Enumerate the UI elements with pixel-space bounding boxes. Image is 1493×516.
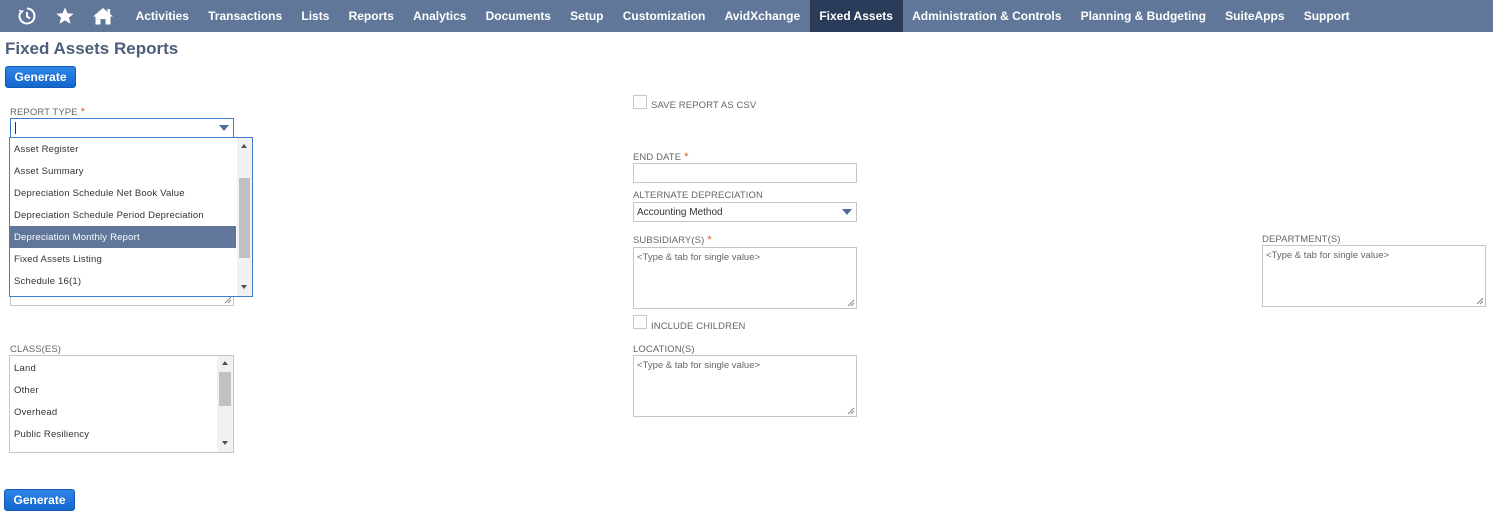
nav-item-administration-controls[interactable]: Administration & Controls (903, 0, 1072, 32)
classes-label: CLASS(ES) (10, 344, 62, 355)
nav-item-fixed-assets[interactable]: Fixed Assets (809, 0, 903, 32)
nav-item-setup[interactable]: Setup (561, 0, 614, 32)
required-marker: * (684, 151, 689, 163)
nav-item-planning-budgeting[interactable]: Planning & Budgeting (1071, 0, 1216, 32)
nav-item-avidxchange[interactable]: AvidXchange (715, 0, 810, 32)
alternate-depreciation-value: Accounting Method (637, 206, 723, 218)
alternate-depreciation-label: ALTERNATE DEPRECIATION (633, 190, 763, 201)
scroll-up-icon[interactable] (241, 144, 247, 148)
class-option[interactable]: Land (10, 357, 216, 379)
end-date-input[interactable] (633, 163, 857, 183)
classes-listbox[interactable]: Land Other Overhead Public Resiliency (9, 355, 234, 453)
top-nav: Activities Transactions Lists Reports Analyt… (0, 0, 1493, 32)
chevron-down-icon[interactable] (219, 125, 229, 131)
report-type-select[interactable] (10, 118, 234, 138)
dropdown-scrollbar[interactable] (237, 138, 252, 296)
scroll-up-icon[interactable] (222, 361, 228, 365)
chevron-down-icon[interactable] (842, 209, 852, 215)
text-cursor (15, 122, 16, 134)
report-type-dropdown: Asset Register Asset Summary Depreciation … (9, 137, 253, 297)
report-type-option[interactable]: Asset Summary (10, 160, 236, 182)
nav-item-lists[interactable]: Lists (292, 0, 339, 32)
report-type-option[interactable]: Depreciation Schedule Period Depreciatio… (10, 204, 236, 226)
resize-grip-icon[interactable] (224, 296, 232, 304)
scroll-down-icon[interactable] (241, 285, 247, 289)
report-type-option[interactable]: Fixed Assets Listing (10, 248, 236, 270)
favorites-star-icon[interactable] (46, 0, 84, 32)
report-type-option[interactable]: Depreciation Schedule Net Book Value (10, 182, 236, 204)
generate-button-top[interactable]: Generate (5, 66, 76, 88)
required-marker: * (80, 106, 86, 118)
subsidiaries-field[interactable]: <Type & tab for single value> (633, 247, 857, 309)
page-title: Fixed Assets Reports (5, 39, 179, 58)
nav-menu: Activities Transactions Lists Reports Analyt… (126, 0, 1359, 32)
departments-placeholder: <Type & tab for single value> (1266, 250, 1390, 261)
nav-item-suiteapps[interactable]: SuiteApps (1216, 0, 1295, 32)
resize-grip-icon[interactable] (847, 407, 855, 415)
class-option[interactable]: Public Resiliency (10, 423, 216, 445)
locations-label: LOCATION(S) (633, 344, 695, 355)
nav-item-documents[interactable]: Documents (476, 0, 561, 32)
subsidiaries-label: SUBSIDIARY(S) * (633, 234, 712, 246)
nav-item-analytics[interactable]: Analytics (404, 0, 477, 32)
alternate-depreciation-select[interactable]: Accounting Method (633, 202, 857, 222)
subsidiaries-placeholder: <Type & tab for single value> (637, 252, 761, 263)
scrollbar-thumb[interactable] (239, 178, 250, 258)
nav-item-activities[interactable]: Activities (126, 0, 199, 32)
class-option[interactable]: Overhead (10, 401, 216, 423)
include-children-checkbox[interactable] (633, 315, 647, 329)
resize-grip-icon[interactable] (847, 299, 855, 307)
departments-label: DEPARTMENT(S) (1262, 234, 1341, 245)
nav-item-reports[interactable]: Reports (339, 0, 404, 32)
nav-item-customization[interactable]: Customization (613, 0, 715, 32)
locations-placeholder: <Type & tab for single value> (637, 360, 761, 371)
report-type-option[interactable]: Schedule 16(1) (10, 270, 236, 292)
class-option[interactable]: Other (10, 379, 216, 401)
resize-grip-icon[interactable] (1476, 297, 1484, 305)
save-csv-checkbox[interactable] (633, 95, 647, 109)
report-type-option[interactable]: Depreciation Monthly Report (10, 226, 236, 248)
generate-button-bottom[interactable]: Generate (4, 489, 75, 511)
save-csv-label: SAVE REPORT AS CSV (651, 100, 757, 111)
end-date-label: END DATE * (633, 151, 689, 163)
nav-item-support[interactable]: Support (1294, 0, 1359, 32)
scrollbar-thumb[interactable] (219, 372, 231, 406)
include-children-label: INCLUDE CHILDREN (651, 321, 746, 332)
report-type-label: REPORT TYPE * (10, 106, 86, 118)
required-marker: * (707, 234, 712, 246)
departments-field[interactable]: <Type & tab for single value> (1262, 245, 1486, 307)
recent-records-icon[interactable] (8, 0, 46, 32)
nav-item-transactions[interactable]: Transactions (199, 0, 292, 32)
classes-scrollbar[interactable] (217, 356, 233, 452)
home-icon[interactable] (84, 0, 122, 32)
locations-field[interactable]: <Type & tab for single value> (633, 355, 857, 417)
report-type-option[interactable]: Asset Register (10, 138, 236, 160)
scroll-down-icon[interactable] (222, 441, 228, 445)
